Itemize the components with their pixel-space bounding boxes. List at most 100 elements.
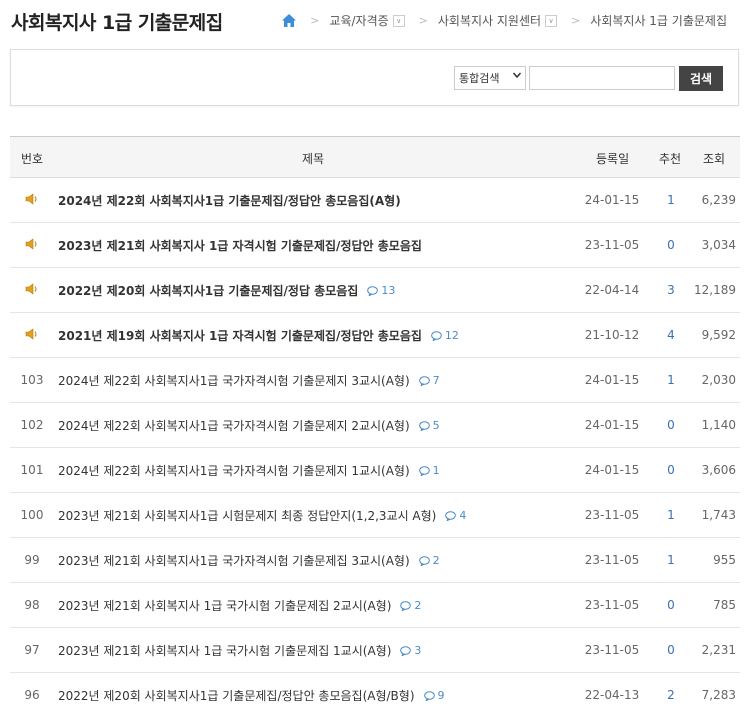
chevron-down-icon[interactable]: ∨ [545,14,558,27]
comment-icon [400,645,414,656]
comment-count[interactable]: 7 [418,374,440,387]
comment-icon [418,375,433,386]
comment-count[interactable]: 4 [445,509,466,522]
comment-count[interactable]: 9 [423,689,445,702]
speaker-icon [10,328,54,343]
row-recommend: 1 [667,553,675,567]
page-title: 사회복지사 1급 기출문제집 [11,12,223,34]
row-recommend: 0 [667,598,675,612]
breadcrumb-item-support-center[interactable]: 사회복지사 지원센터 [438,12,541,29]
row-title-link[interactable]: 2023년 제21회 사회복지사 1급 국가시험 기출문제집 2교시(A형) 2 [58,597,421,614]
comment-count-value: 4 [459,509,467,522]
row-date: 23-11-05 [584,238,640,252]
row-recommend: 1 [667,508,675,522]
row-number: 96 [24,688,40,702]
row-title-link[interactable]: 2021년 제19회 사회복지사 1급 자격시험 기출문제집/정답안 총모음집 1… [58,327,459,344]
table-row: 96 2022년 제20회 사회복지사1급 기출문제집/정답안 총모음집(A형/B… [10,673,740,716]
row-views: 1,140 [701,418,736,432]
row-title: 2023년 제21회 사회복지사1급 시험문제지 최종 정답안지(1,2,3교시… [58,509,437,523]
search-scope-select[interactable]: 통합검색 [454,66,526,90]
row-title: 2021년 제19회 사회복지사 1급 자격시험 기출문제집/정답안 총모음집 [58,329,422,343]
row-number: 100 [20,508,44,522]
table-row: 102 2024년 제22회 사회복지사1급 국가자격시험 기출문제지 2교시(A… [10,403,740,448]
chevron-right-icon: > [310,14,320,27]
notice-row: 2023년 제21회 사회복지사 1급 자격시험 기출문제집/정답안 총모음집 2… [10,223,740,268]
notice-row: 2021년 제19회 사회복지사 1급 자격시험 기출문제집/정답안 총모음집 1… [10,313,740,358]
row-recommend: 0 [667,643,675,657]
row-views: 955 [713,553,736,567]
search-box: 통합검색 검색 [10,49,739,106]
speaker-icon [10,283,54,298]
comment-icon [445,510,459,521]
row-recommend: 0 [667,418,675,432]
row-recommend: 1 [667,193,675,207]
row-number: 97 [24,643,40,657]
row-title-link[interactable]: 2023년 제21회 사회복지사 1급 자격시험 기출문제집/정답안 총모음집 [58,237,422,254]
row-date: 24-01-15 [584,373,640,387]
comment-count[interactable]: 5 [418,419,440,432]
comment-icon [418,465,433,476]
breadcrumb-item-current: 사회복지사 1급 기출문제집 [590,14,727,28]
home-icon[interactable] [282,14,297,27]
row-title-link[interactable]: 2023년 제21회 사회복지사1급 국가자격시험 기출문제집 3교시(A형) 2 [58,552,440,569]
chevron-down-icon [512,71,522,81]
row-number: 99 [24,553,40,567]
comment-icon [431,330,445,341]
row-title: 2023년 제21회 사회복지사1급 국가자격시험 기출문제집 3교시(A형) [58,554,410,568]
row-date: 21-10-12 [584,328,640,342]
comment-count-value: 2 [414,599,422,612]
table-row: 99 2023년 제21회 사회복지사1급 국가자격시험 기출문제집 3교시(A형… [10,538,740,583]
row-title-link[interactable]: 2024년 제22회 사회복지사1급 국가자격시험 기출문제지 3교시(A형) 7 [58,372,440,389]
row-title: 2024년 제22회 사회복지사1급 국가자격시험 기출문제지 3교시(A형) [58,374,410,388]
row-views: 2,030 [701,373,736,387]
comment-count[interactable]: 3 [400,644,421,657]
header-views: 조회 [703,152,726,166]
row-recommend: 1 [667,373,675,387]
search-input[interactable] [529,66,675,90]
row-title-link[interactable]: 2023년 제21회 사회복지사 1급 국가시험 기출문제집 1교시(A형) 3 [58,642,421,659]
comment-count[interactable]: 1 [418,464,440,477]
search-button[interactable]: 검색 [679,66,723,91]
speaker-icon [10,238,54,253]
row-date: 23-11-05 [584,508,640,522]
row-views: 6,239 [701,193,736,207]
row-number: 98 [24,598,40,612]
row-title-link[interactable]: 2024년 제22회 사회복지사1급 국가자격시험 기출문제지 2교시(A형) 5 [58,417,440,434]
chevron-down-icon[interactable]: ∨ [392,14,405,27]
row-date: 24-01-15 [584,418,640,432]
row-date: 23-11-05 [584,598,640,612]
row-date: 22-04-14 [584,283,640,297]
row-title-link[interactable]: 2022년 제20회 사회복지사1급 기출문제집/정답 총모음집 13 [58,282,395,299]
row-views: 1,743 [701,508,736,522]
row-title-link[interactable]: 2023년 제21회 사회복지사1급 시험문제지 최종 정답안지(1,2,3교시… [58,507,466,524]
row-title: 2022년 제20회 사회복지사1급 기출문제집/정답 총모음집 [58,284,359,298]
row-views: 7,283 [701,688,736,702]
comment-count[interactable]: 12 [431,329,459,342]
breadcrumb-item-education[interactable]: 교육/자격증 [329,12,388,29]
comment-icon [400,600,414,611]
row-title: 2024년 제22회 사회복지사1급 국가자격시험 기출문제지 1교시(A형) [58,464,410,478]
comment-count[interactable]: 13 [367,284,395,297]
row-title-link[interactable]: 2024년 제22회 사회복지사1급 기출문제집/정답안 총모음집(A형) [58,192,401,209]
comment-count-value: 9 [437,689,445,702]
comment-count[interactable]: 2 [400,599,421,612]
row-title: 2023년 제21회 사회복지사 1급 자격시험 기출문제집/정답안 총모음집 [58,239,422,253]
table-row: 101 2024년 제22회 사회복지사1급 국가자격시험 기출문제지 1교시(A… [10,448,740,493]
comment-count[interactable]: 2 [418,554,440,567]
row-date: 23-11-05 [584,643,640,657]
row-date: 23-11-05 [584,553,640,567]
row-views: 9,592 [701,328,736,342]
row-views: 785 [713,598,736,612]
row-recommend: 0 [667,238,675,252]
row-number: 103 [20,373,44,387]
chevron-right-icon: > [418,14,428,27]
header-no: 번호 [21,152,44,166]
comment-count-value: 13 [381,284,396,297]
comment-count-value: 5 [432,419,440,432]
row-title-link[interactable]: 2024년 제22회 사회복지사1급 국가자격시험 기출문제지 1교시(A형) 1 [58,462,440,479]
row-title-link[interactable]: 2022년 제20회 사회복지사1급 기출문제집/정답안 총모음집(A형/B형)… [58,687,445,704]
table-row: 100 2023년 제21회 사회복지사1급 시험문제지 최종 정답안지(1,2,… [10,493,740,538]
notice-row: 2022년 제20회 사회복지사1급 기출문제집/정답 총모음집 13 22-04-… [10,268,740,313]
row-number: 101 [20,463,44,477]
table-row: 97 2023년 제21회 사회복지사 1급 국가시험 기출문제집 1교시(A형)… [10,628,740,673]
